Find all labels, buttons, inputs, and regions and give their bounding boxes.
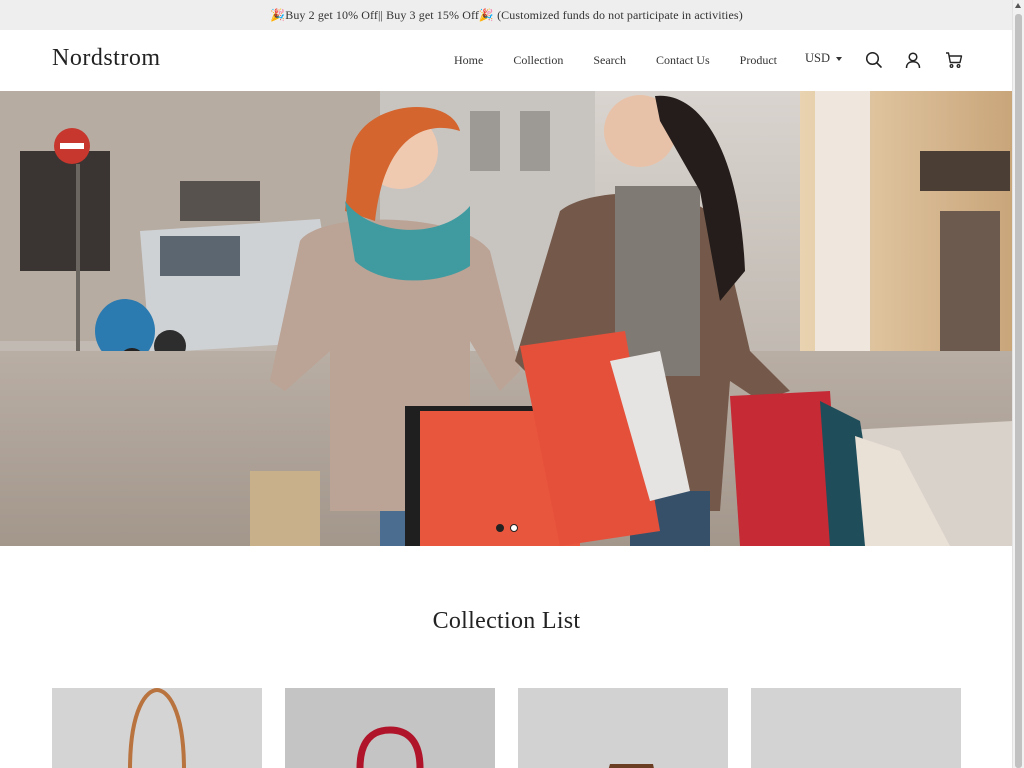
red-handbag-icon — [285, 688, 495, 768]
main-nav: Home Collection Search Contact Us Produc… — [440, 30, 807, 91]
slideshow-pagination — [496, 524, 524, 532]
announcement-text: 🎉Buy 2 get 10% Off|| Buy 3 get 15% Off🎉 … — [270, 7, 743, 22]
nav-collection[interactable]: Collection — [513, 53, 563, 68]
store-logo[interactable]: Nordstrom — [52, 45, 161, 72]
currency-selector[interactable]: USD — [805, 51, 843, 66]
collection-card[interactable] — [751, 688, 961, 768]
tan-handbag-icon — [52, 688, 262, 768]
nav-product[interactable]: Product — [740, 53, 777, 68]
hero-image — [0, 91, 1013, 546]
nav-search[interactable]: Search — [593, 53, 626, 68]
cart-icon[interactable] — [945, 51, 963, 69]
slide-dot-1[interactable] — [496, 524, 504, 532]
scroll-up-arrow-icon[interactable] — [1015, 3, 1021, 8]
scrollbar-thumb[interactable] — [1015, 14, 1022, 768]
chevron-down-icon — [836, 56, 843, 61]
collection-card[interactable] — [285, 688, 495, 768]
empty-image — [751, 688, 961, 768]
nav-home[interactable]: Home — [454, 53, 483, 68]
hero-slideshow[interactable] — [0, 91, 1013, 546]
announcement-bar: 🎉Buy 2 get 10% Off|| Buy 3 get 15% Off🎉 … — [0, 0, 1013, 30]
search-icon[interactable] — [865, 51, 883, 69]
collection-list-title: Collection List — [432, 608, 581, 634]
collection-cards — [52, 688, 984, 768]
collection-card[interactable] — [518, 688, 728, 768]
page-scrollbar[interactable] — [1012, 0, 1024, 768]
page: 🎉Buy 2 get 10% Off|| Buy 3 get 15% Off🎉 … — [0, 0, 1013, 768]
slide-dot-2[interactable] — [510, 524, 518, 532]
collection-card[interactable] — [52, 688, 262, 768]
brown-handbag-icon — [518, 688, 728, 768]
currency-value: USD — [805, 51, 831, 65]
account-icon[interactable] — [904, 51, 922, 69]
nav-contact-us[interactable]: Contact Us — [656, 53, 710, 68]
site-header: Nordstrom Home Collection Search Contact… — [0, 30, 1013, 92]
